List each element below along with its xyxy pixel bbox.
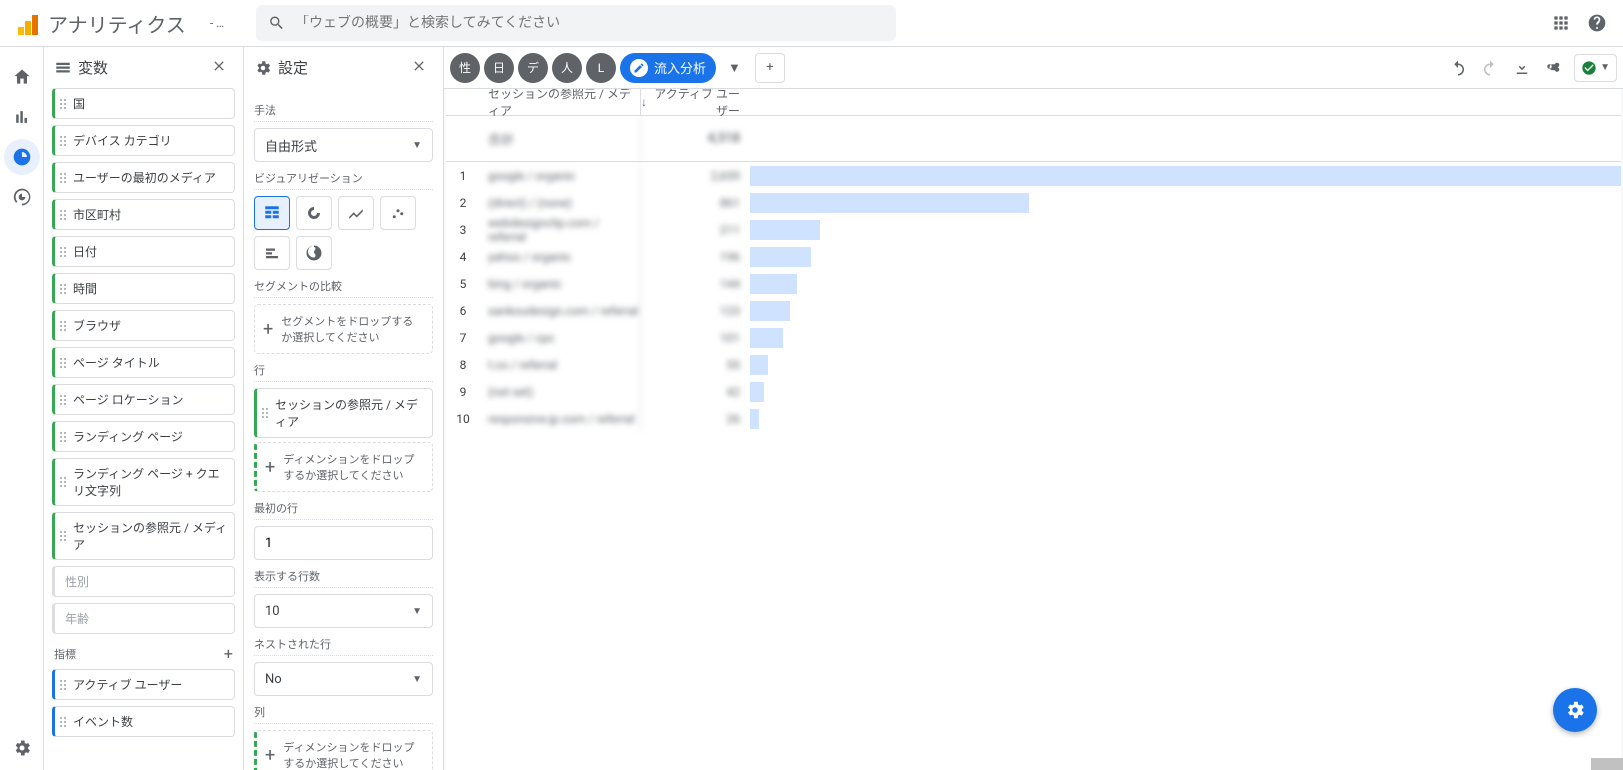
- first-row-label: 最初の行: [254, 500, 433, 520]
- viz-label: ビジュアリゼーション: [254, 170, 433, 190]
- dimension-chip-disabled: 性別: [52, 566, 235, 597]
- column-dimension-header[interactable]: セッションの参照元 / メディア: [480, 89, 640, 119]
- topbar: アナリティクス - …: [0, 0, 1623, 47]
- dimension-chip[interactable]: ランディング ページ: [52, 421, 235, 452]
- nested-select[interactable]: No▼: [254, 662, 433, 696]
- settings-close[interactable]: [411, 58, 433, 78]
- dimension-chip[interactable]: ユーザーの最初のメディア: [52, 162, 235, 193]
- dimension-chip[interactable]: ページ ロケーション: [52, 384, 235, 415]
- table-row[interactable]: 6sankoudesign.com / referral123: [446, 297, 1621, 324]
- download-icon[interactable]: [1508, 54, 1536, 82]
- dimension-chip[interactable]: 国: [52, 88, 235, 119]
- viz-line-icon[interactable]: [338, 196, 374, 230]
- tab-dropdown[interactable]: ▼: [728, 60, 741, 76]
- column-metric-header[interactable]: ↓アクティブ ユーザー: [640, 89, 750, 115]
- insights-fab[interactable]: [1553, 688, 1597, 732]
- variables-icon: [54, 59, 72, 77]
- table-row[interactable]: 2(direct) / (none)861: [446, 189, 1621, 216]
- canvas-tab[interactable]: L: [586, 53, 616, 83]
- status-button[interactable]: ▼: [1574, 54, 1617, 82]
- first-row-input[interactable]: [254, 526, 433, 560]
- edit-icon: [630, 59, 648, 77]
- ga-logo: [18, 11, 42, 35]
- add-tab-button[interactable]: +: [755, 53, 785, 83]
- dimension-chip[interactable]: セッションの参照元 / メディア: [52, 512, 235, 560]
- dimension-chip[interactable]: 市区町村: [52, 199, 235, 230]
- app-title: アナリティクス: [48, 9, 186, 38]
- table-row[interactable]: 7google / cpc101: [446, 324, 1621, 351]
- rail-admin[interactable]: [4, 730, 40, 766]
- row-dimension-chip[interactable]: セッションの参照元 / メディア: [254, 388, 433, 438]
- rail-reports[interactable]: [4, 99, 40, 135]
- rail-explore[interactable]: [4, 139, 40, 175]
- canvas-tab[interactable]: 日: [484, 53, 514, 83]
- table-row[interactable]: 1google / organic2,659: [446, 162, 1621, 189]
- table-row[interactable]: 4yahoo / organic196: [446, 243, 1621, 270]
- help-icon[interactable]: [1583, 9, 1611, 37]
- table-row[interactable]: 10responsive-jp.com / referral26: [446, 405, 1621, 432]
- show-rows-select[interactable]: 10▼: [254, 594, 433, 628]
- table-row[interactable]: 9(not set)42: [446, 378, 1621, 405]
- show-rows-label: 表示する行数: [254, 568, 433, 588]
- active-tab[interactable]: 流入分析: [620, 53, 716, 83]
- metric-chip[interactable]: アクティブ ユーザー: [52, 669, 235, 700]
- apps-icon[interactable]: [1547, 9, 1575, 37]
- dimension-chip[interactable]: 日付: [52, 236, 235, 267]
- row-dimension-drop[interactable]: +ディメンションをドロップするか選択してください: [254, 442, 433, 492]
- variables-close[interactable]: [211, 58, 233, 78]
- rows-label: 行: [254, 362, 433, 382]
- search-icon: [268, 14, 285, 32]
- rail-home[interactable]: [4, 59, 40, 95]
- viz-table-icon[interactable]: [254, 196, 290, 230]
- add-metric-button[interactable]: +: [224, 644, 233, 663]
- left-nav-rail: [0, 47, 44, 770]
- segment-label: セグメントの比較: [254, 278, 433, 298]
- redo-icon[interactable]: [1476, 54, 1504, 82]
- table-row[interactable]: 3webdesignclip.com / referral211: [446, 216, 1621, 243]
- viz-scatter-icon[interactable]: [380, 196, 416, 230]
- breadcrumb[interactable]: - …: [210, 16, 238, 30]
- nested-label: ネストされた行: [254, 636, 433, 656]
- undo-icon[interactable]: [1444, 54, 1472, 82]
- metric-chip[interactable]: イベント数: [52, 706, 235, 737]
- viz-donut-icon[interactable]: [296, 196, 332, 230]
- dimension-chip[interactable]: ブラウザ: [52, 310, 235, 341]
- canvas-tab[interactable]: デ: [518, 53, 548, 83]
- variables-panel: 変数 国デバイス カテゴリユーザーの最初のメディア市区町村日付時間ブラウザページ…: [44, 47, 244, 770]
- total-row: 合計 4,518: [446, 116, 1621, 162]
- viz-bar-icon[interactable]: [254, 236, 290, 270]
- dimension-chip[interactable]: 時間: [52, 273, 235, 304]
- scrollbar-stub: [1591, 758, 1623, 770]
- report-table: セッションの参照元 / メディア ↓アクティブ ユーザー 合計 4,518 1g…: [446, 89, 1621, 770]
- canvas-tab[interactable]: 性: [450, 53, 480, 83]
- dimension-chip[interactable]: デバイス カテゴリ: [52, 125, 235, 156]
- technique-label: 手法: [254, 102, 433, 122]
- canvas-area: 性日デ人L 流入分析 ▼ + ▼ セッションの参照元 / メディア ↓アクティブ…: [444, 47, 1623, 770]
- settings-icon: [254, 59, 272, 77]
- search-box[interactable]: [256, 5, 896, 41]
- dimension-chip[interactable]: ページ タイトル: [52, 347, 235, 378]
- settings-title: 設定: [278, 57, 308, 78]
- table-row[interactable]: 5bing / organic144: [446, 270, 1621, 297]
- canvas-tab[interactable]: 人: [552, 53, 582, 83]
- table-row[interactable]: 8t.co / referral55: [446, 351, 1621, 378]
- variables-title: 変数: [78, 57, 108, 78]
- segment-drop[interactable]: +セグメントをドロップするか選択してください: [254, 304, 433, 354]
- technique-select[interactable]: 自由形式▼: [254, 128, 433, 162]
- rail-advertising[interactable]: [4, 179, 40, 215]
- dimension-chip-disabled: 年齢: [52, 603, 235, 634]
- canvas-tabs: 性日デ人L 流入分析 ▼ + ▼: [444, 47, 1623, 89]
- col-dimension-drop[interactable]: +ディメンションをドロップするか選択してください: [254, 730, 433, 770]
- settings-panel: 設定 手法 自由形式▼ ビジュアリゼーション セグメントの比較 +セグメントをド…: [244, 47, 444, 770]
- metrics-header: 指標+: [54, 644, 233, 663]
- search-input[interactable]: [295, 15, 884, 31]
- viz-geo-icon[interactable]: [296, 236, 332, 270]
- share-icon[interactable]: [1540, 54, 1568, 82]
- dimension-chip[interactable]: ランディング ページ + クエリ文字列: [52, 458, 235, 506]
- cols-label: 列: [254, 704, 433, 724]
